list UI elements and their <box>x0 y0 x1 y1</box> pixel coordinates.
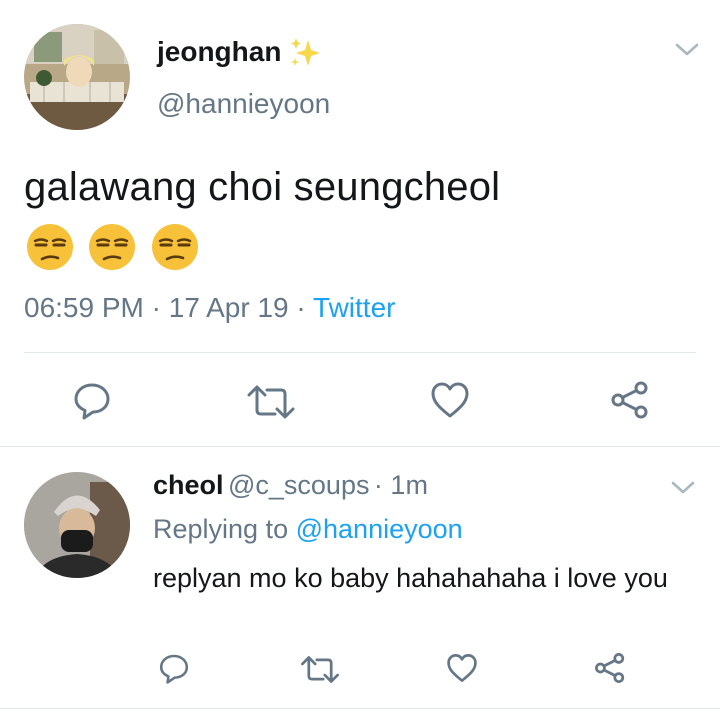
like-icon <box>431 382 469 418</box>
author-avatar[interactable] <box>24 24 130 130</box>
chevron-down-icon[interactable] <box>670 480 696 496</box>
tweet-date: 17 Apr 19 <box>168 292 289 323</box>
sparkles-icon <box>288 36 322 70</box>
reply-share-button[interactable] <box>594 652 626 684</box>
reply-reply-button[interactable] <box>158 652 190 684</box>
reply-icon <box>159 654 189 684</box>
reply-time-ago: 1m <box>390 470 428 500</box>
reply-handle[interactable]: @c_scoups <box>228 470 369 500</box>
divider <box>24 352 696 353</box>
reply-header: cheol @c_scoups · 1m <box>153 470 428 501</box>
author-display-name[interactable]: jeonghan <box>157 36 281 68</box>
tweet-text: galawang choi seungcheol <box>24 165 501 209</box>
chevron-down-icon[interactable] <box>674 42 700 58</box>
unamused-face-icon <box>24 222 76 277</box>
replying-to-mention[interactable]: @hannieyoon <box>296 514 463 544</box>
reply-button[interactable] <box>72 380 112 420</box>
unamused-face-icon <box>86 222 138 277</box>
share-icon <box>595 653 625 683</box>
reply-icon <box>74 383 110 420</box>
retweet-icon <box>247 385 295 419</box>
replying-to-line: Replying to @hannieyoon <box>153 514 463 545</box>
share-icon <box>611 381 648 419</box>
reply-like-button[interactable] <box>446 653 478 683</box>
unamused-face-icon <box>149 222 201 277</box>
tweet-metadata: 06:59 PM · 17 Apr 19 · Twitter <box>24 292 395 324</box>
emoji-row <box>24 222 201 272</box>
tweet-time: 06:59 PM <box>24 292 144 323</box>
meta-separator: · <box>296 292 314 323</box>
like-button[interactable] <box>430 381 470 419</box>
share-button[interactable] <box>610 380 650 420</box>
replying-prefix: Replying to <box>153 514 289 544</box>
meta-separator: · <box>151 292 169 323</box>
retweet-button[interactable] <box>246 384 296 420</box>
retweet-icon <box>301 656 339 683</box>
section-divider <box>0 446 720 447</box>
bottom-divider <box>0 708 720 709</box>
reply-author-avatar[interactable] <box>24 472 130 578</box>
like-icon <box>447 654 477 682</box>
tweet-source-link[interactable]: Twitter <box>313 292 395 323</box>
reply-display-name[interactable]: cheol <box>153 470 224 500</box>
meta-separator: · <box>373 470 391 500</box>
author-handle[interactable]: @hannieyoon <box>157 88 330 120</box>
reply-retweet-button[interactable] <box>300 655 340 684</box>
reply-text: replyan mo ko baby hahahahaha i love you <box>153 563 668 593</box>
